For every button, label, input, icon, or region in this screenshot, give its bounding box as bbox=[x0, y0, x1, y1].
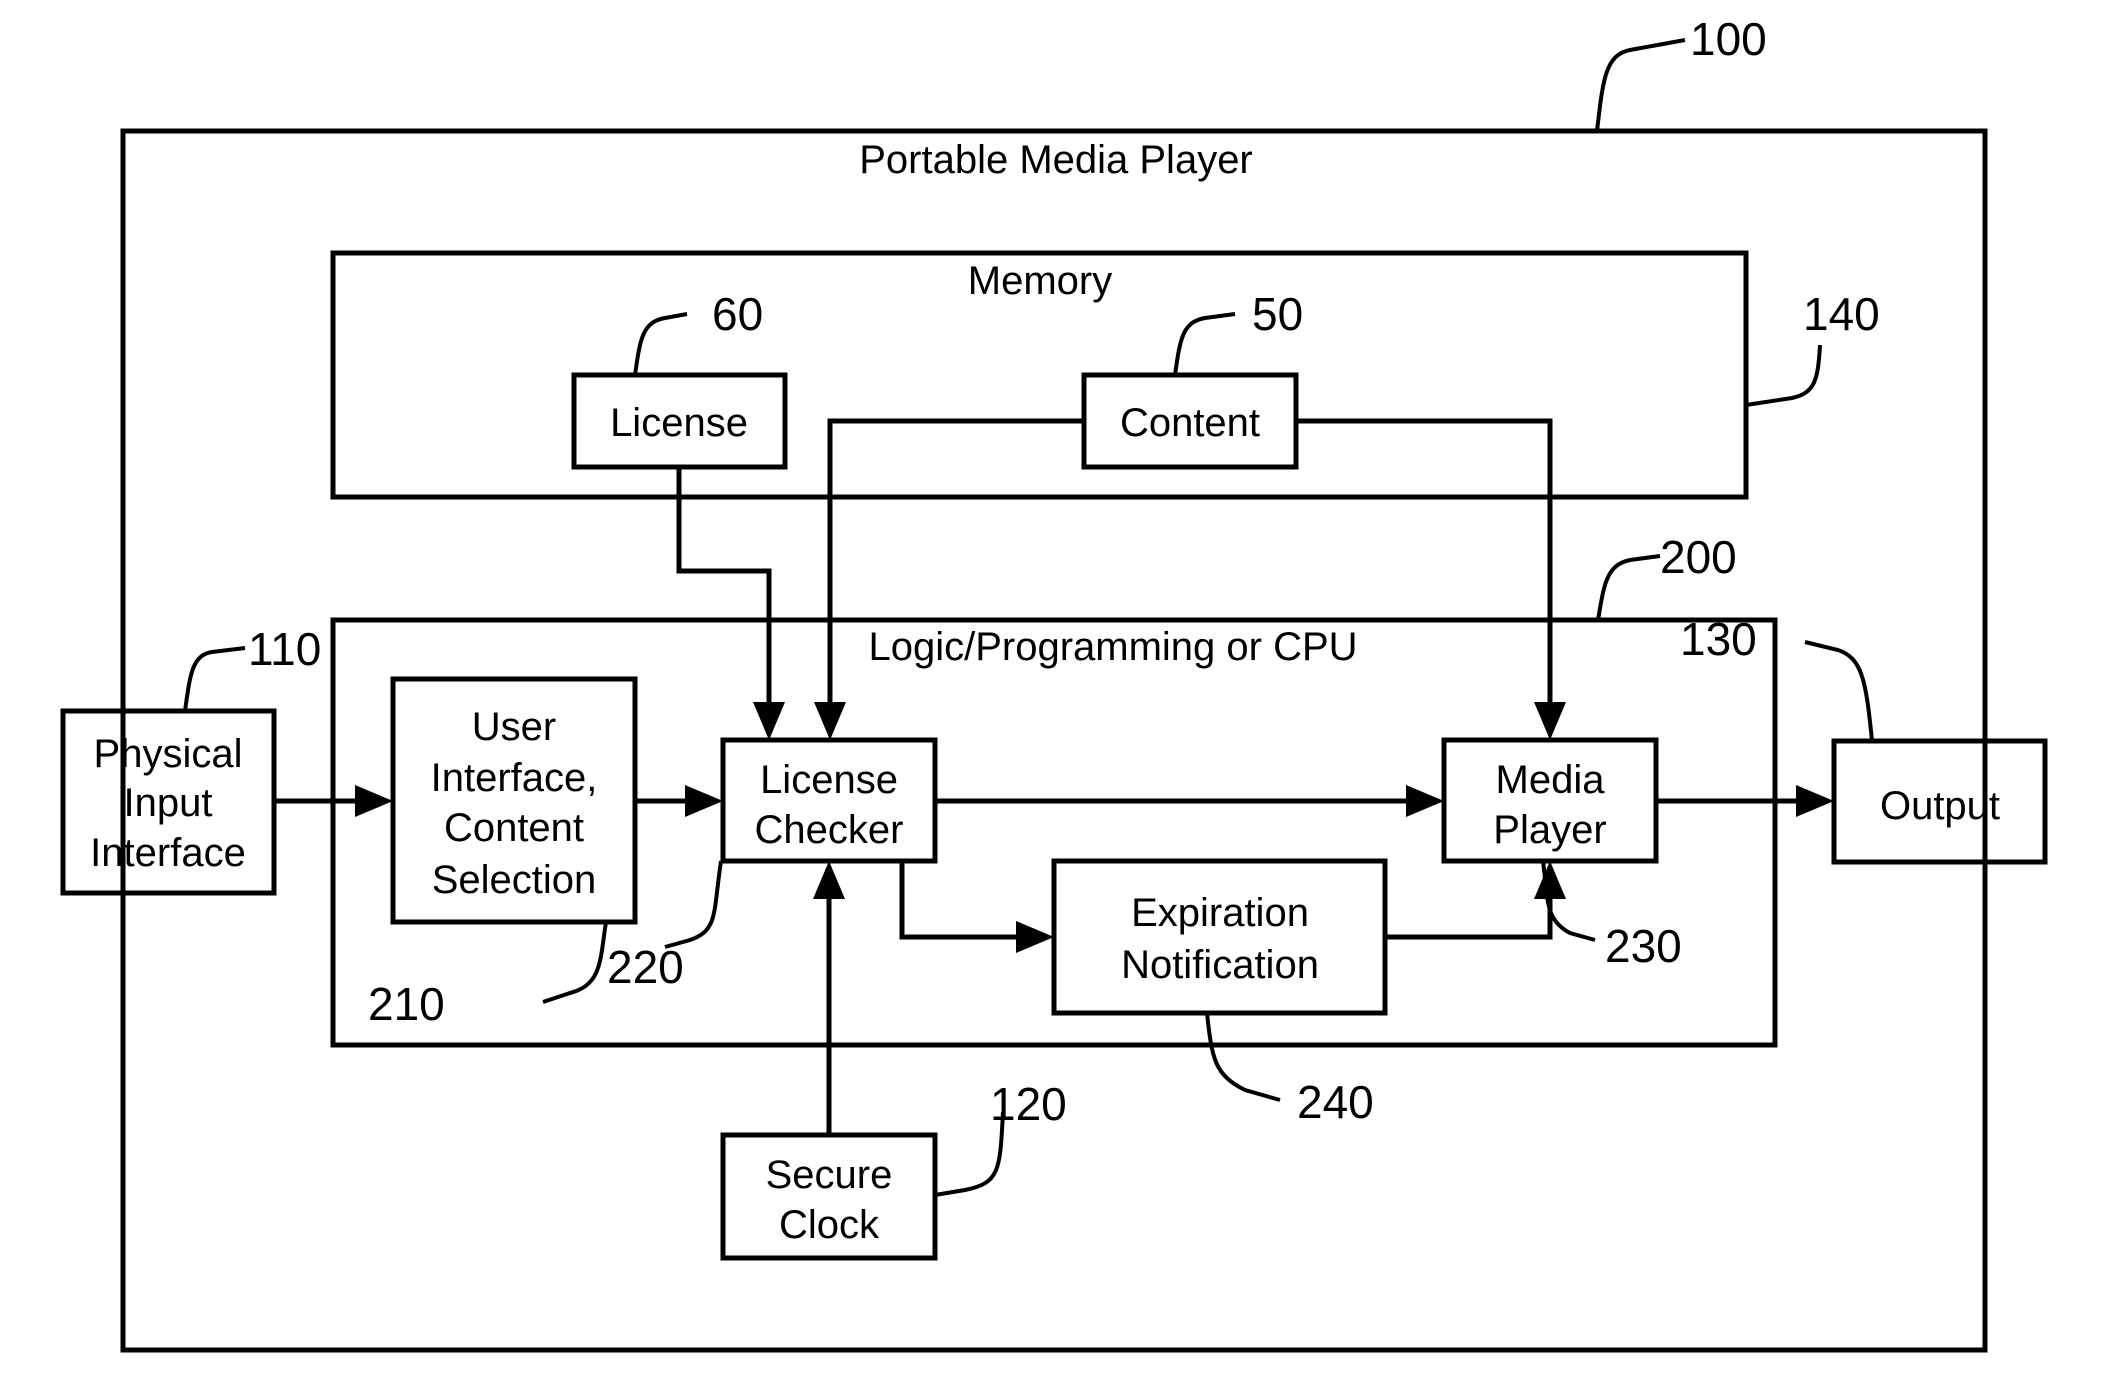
ref-60: 60 bbox=[712, 288, 763, 340]
arrowhead-media-player-to-output bbox=[1796, 785, 1834, 817]
user-interface-line-4: Selection bbox=[432, 858, 597, 902]
user-interface-line-2: Interface, bbox=[431, 756, 598, 800]
ref-leader-200 bbox=[1596, 554, 1661, 621]
connector-expiration-to-media-player bbox=[1385, 895, 1553, 940]
ref-140: 140 bbox=[1803, 288, 1880, 340]
ref-leader-60 bbox=[633, 312, 688, 376]
secure-clock-line-2: Clock bbox=[779, 1203, 880, 1247]
ref-130: 130 bbox=[1680, 613, 1757, 665]
arrowhead-content-to-media-player bbox=[1534, 702, 1566, 740]
expiration-notification-block bbox=[1051, 858, 1388, 1016]
ref-leader-210 bbox=[542, 921, 608, 1004]
portable-media-player-container bbox=[120, 128, 1988, 1353]
arrowhead-license-to-checker bbox=[753, 702, 785, 740]
physical-input-line-2: Input bbox=[124, 781, 213, 825]
arrowhead-clock-to-checker bbox=[813, 861, 845, 899]
logic-cpu-label: Logic/Programming or CPU bbox=[868, 625, 1357, 669]
ref-leader-110 bbox=[183, 646, 246, 712]
ref-110: 110 bbox=[248, 623, 321, 675]
arrowhead-checker-to-media-player bbox=[1406, 785, 1444, 817]
ref-210: 210 bbox=[368, 978, 445, 1030]
license-block-label: License bbox=[610, 401, 748, 445]
arrowhead-expiration-to-media-player bbox=[1534, 861, 1566, 899]
content-block-label: Content bbox=[1120, 401, 1260, 445]
user-interface-line-1: User bbox=[472, 705, 556, 749]
ref-220: 220 bbox=[607, 941, 684, 993]
arrowhead-ui-to-checker bbox=[685, 785, 723, 817]
block-diagram: Portable Media Player 100 Memory 140 Lic… bbox=[60, 13, 2048, 1353]
ref-leader-130 bbox=[1804, 640, 1874, 742]
connector-license-to-checker bbox=[676, 467, 772, 705]
ref-120: 120 bbox=[990, 1078, 1067, 1130]
expiration-line-1: Expiration bbox=[1131, 891, 1309, 935]
expiration-line-2: Notification bbox=[1121, 943, 1319, 987]
arrowhead-input-to-ui bbox=[355, 785, 393, 817]
media-player-line-2: Player bbox=[1493, 808, 1606, 852]
secure-clock-line-1: Secure bbox=[766, 1153, 893, 1197]
ref-leader-140 bbox=[1745, 344, 1822, 407]
arrowhead-content-to-checker bbox=[814, 702, 846, 740]
license-checker-line-1: License bbox=[760, 758, 898, 802]
ref-230: 230 bbox=[1605, 920, 1682, 972]
user-interface-line-3: Content bbox=[444, 806, 584, 850]
ref-100: 100 bbox=[1690, 13, 1767, 65]
ref-leader-240 bbox=[1205, 1012, 1281, 1102]
arrowhead-checker-to-expiration bbox=[1016, 921, 1054, 953]
portable-media-player-label: Portable Media Player bbox=[859, 138, 1253, 182]
media-player-line-1: Media bbox=[1496, 758, 1606, 802]
ref-leader-220 bbox=[664, 860, 723, 949]
memory-label: Memory bbox=[968, 259, 1112, 303]
physical-input-line-3: Interface bbox=[90, 831, 246, 875]
ref-200: 200 bbox=[1660, 531, 1737, 583]
ref-leader-100 bbox=[1595, 38, 1686, 132]
ref-leader-50 bbox=[1173, 312, 1236, 376]
ref-50: 50 bbox=[1252, 288, 1303, 340]
ref-240: 240 bbox=[1297, 1076, 1374, 1128]
license-checker-line-2: Checker bbox=[755, 808, 904, 852]
physical-input-line-1: Physical bbox=[94, 732, 243, 776]
output-block-label: Output bbox=[1880, 784, 2000, 828]
connector-checker-to-expiration bbox=[899, 861, 1020, 940]
